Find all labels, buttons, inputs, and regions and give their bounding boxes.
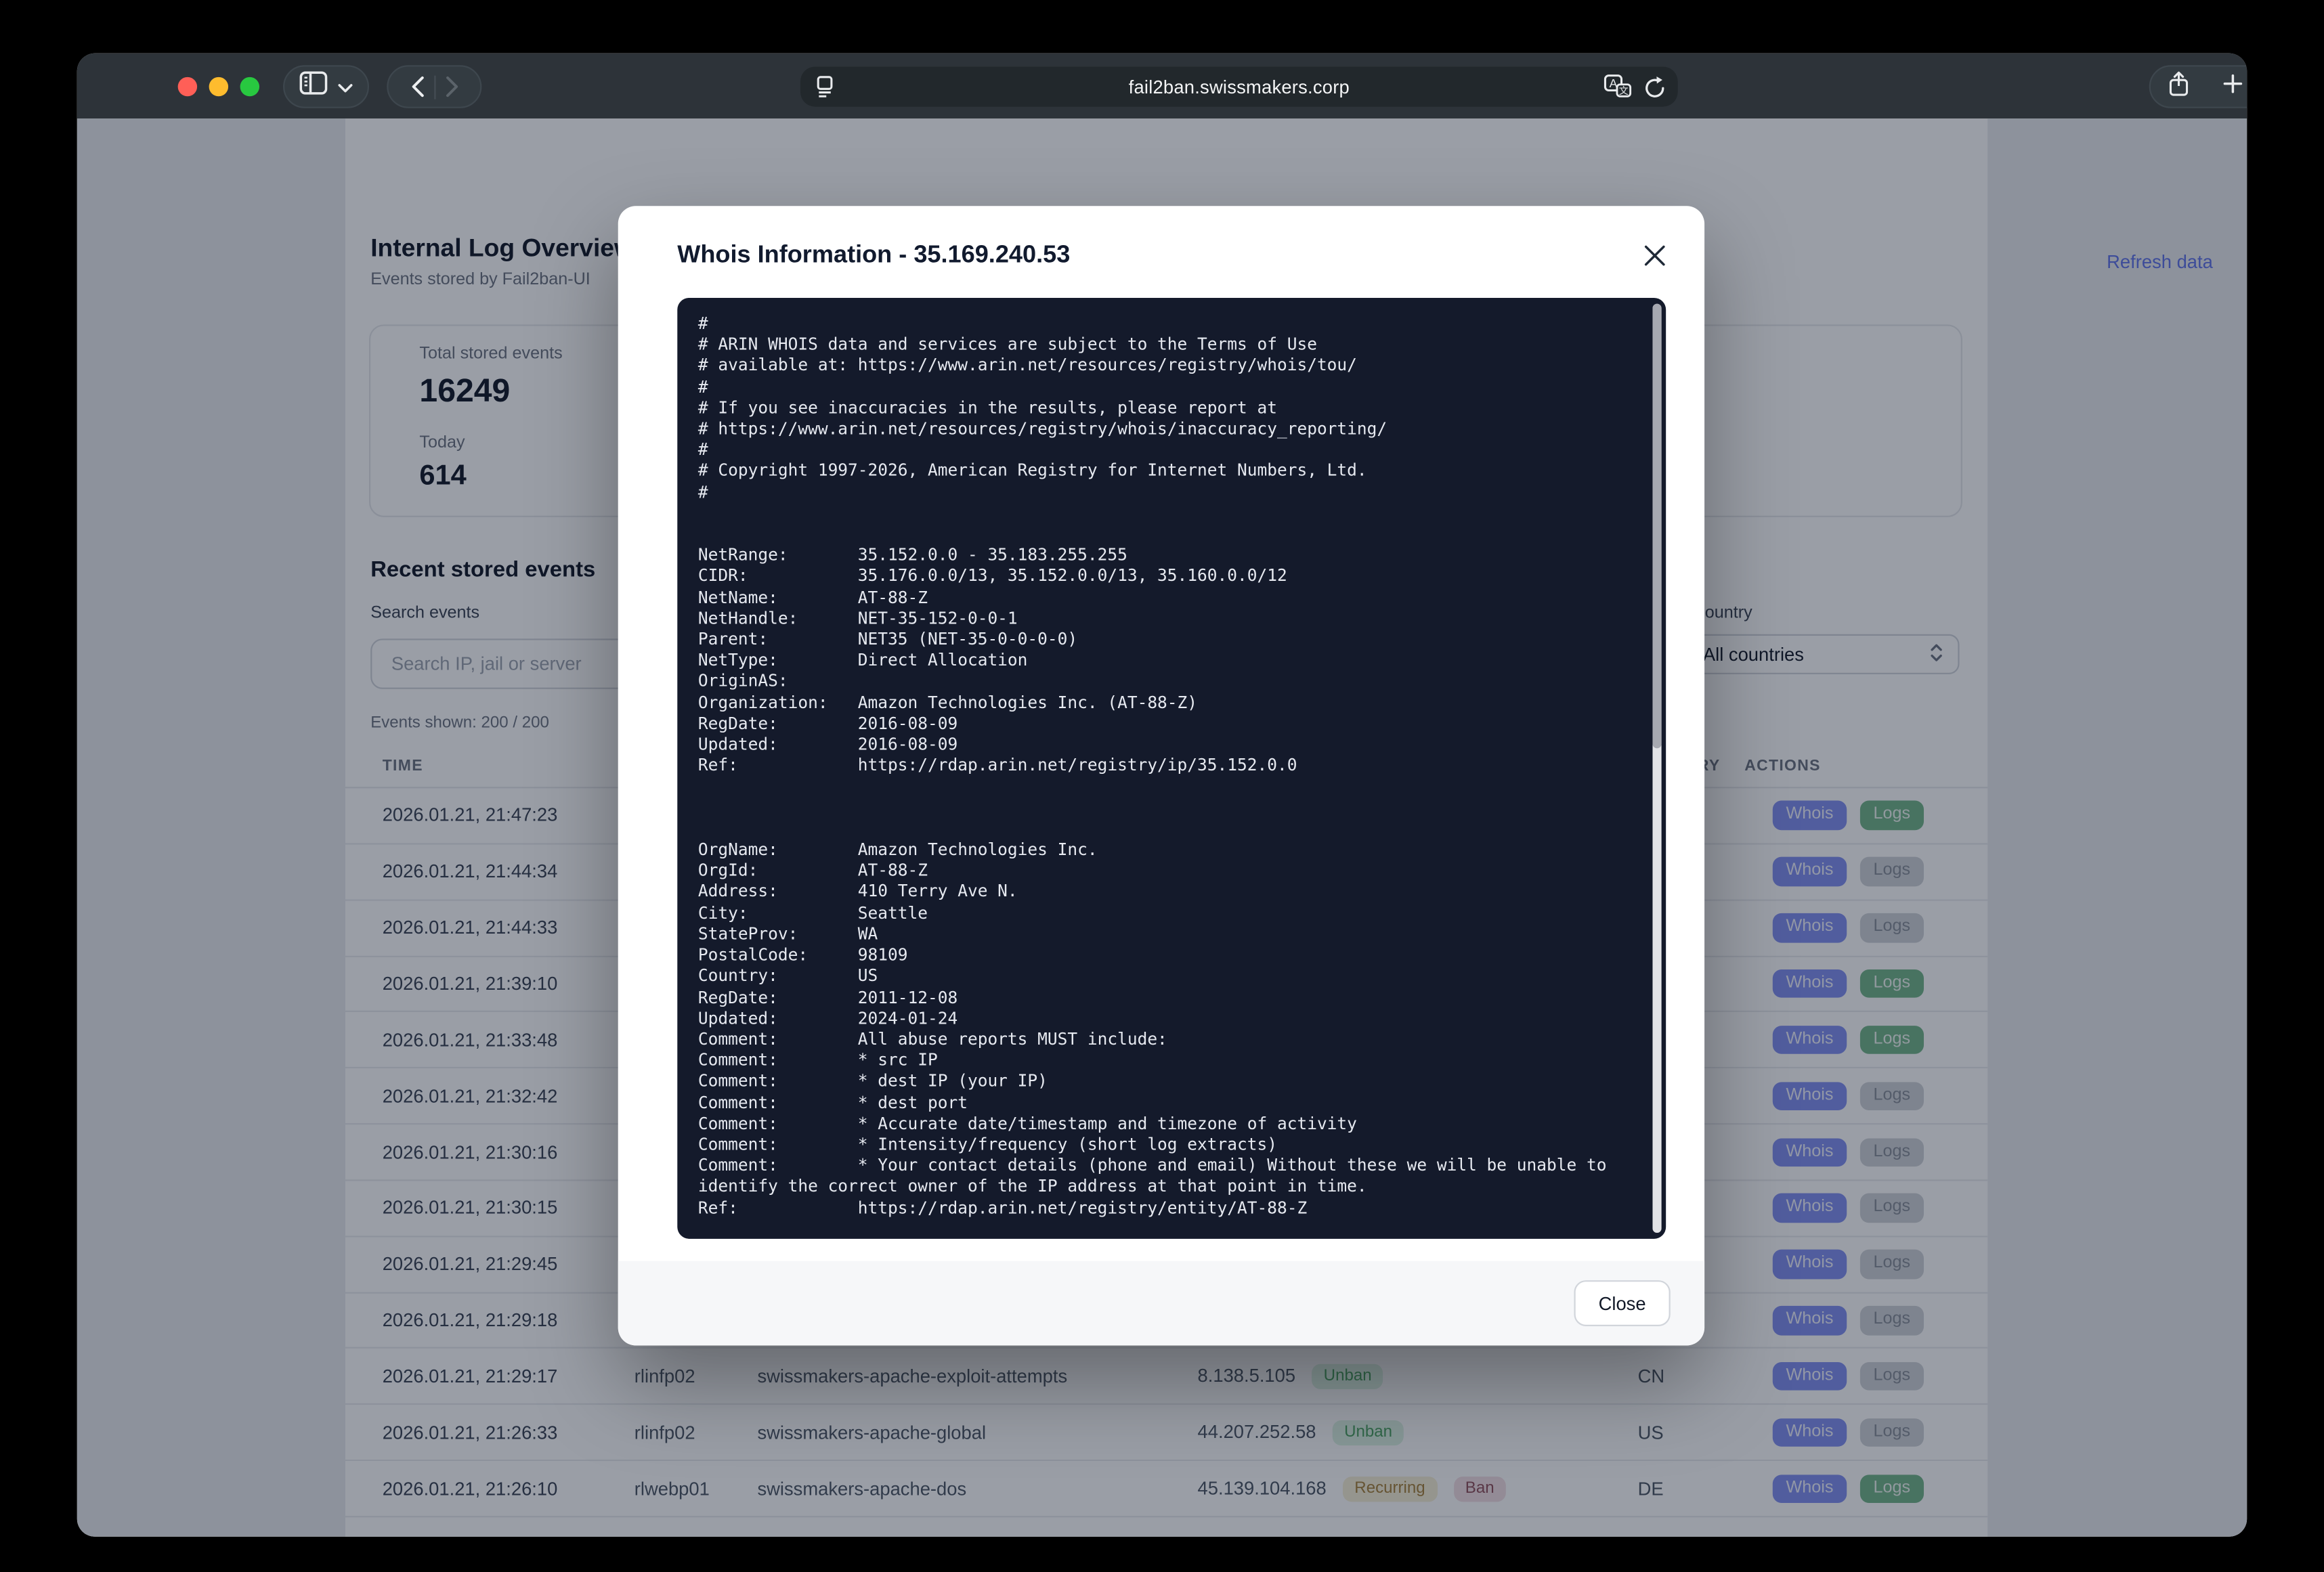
whois-terminal-text: # # ARIN WHOIS data and services are sub… [698,314,1645,1219]
svg-text:文: 文 [1619,85,1629,96]
reload-icon[interactable] [1643,75,1666,106]
page-content: Internal Log Overview Events stored by F… [77,118,2247,1537]
page-menu-icon[interactable] [815,76,834,106]
translate-icon[interactable]: A文 [1604,74,1632,106]
browser-window: fail2ban.swissmakers.corp A文 [77,53,2247,1537]
whois-terminal[interactable]: # # ARIN WHOIS data and services are sub… [677,298,1666,1239]
new-tab-icon[interactable] [2222,73,2241,100]
close-button[interactable]: Close [1574,1280,1670,1326]
nav-separator [433,75,435,99]
sidebar-icon [299,71,328,102]
forward-button[interactable] [444,76,459,98]
whois-modal: Whois Information - 35.169.240.53 # # AR… [618,206,1704,1345]
modal-title: Whois Information - 35.169.240.53 [677,242,1070,270]
terminal-scrollbar-thumb[interactable] [1652,304,1661,749]
browser-toolbar: fail2ban.swissmakers.corp A文 [77,53,2247,118]
chevron-down-icon [338,73,353,100]
close-icon[interactable] [1638,238,1671,271]
toolbar-right-group [2149,65,2247,108]
stage: fail2ban.swissmakers.corp A文 [0,0,2324,1572]
back-button[interactable] [410,76,425,98]
nav-button-group [387,65,481,108]
window-minimize-button[interactable] [209,77,228,96]
terminal-scrollbar[interactable] [1652,304,1661,1233]
modal-footer: Close [618,1261,1704,1346]
window-zoom-button[interactable] [240,77,259,96]
address-bar[interactable]: fail2ban.swissmakers.corp A文 [800,66,1678,106]
sidebar-toggle-button[interactable] [283,65,369,108]
share-icon[interactable] [2168,70,2189,103]
url-text: fail2ban.swissmakers.corp [800,77,1678,97]
window-close-button[interactable] [178,77,197,96]
